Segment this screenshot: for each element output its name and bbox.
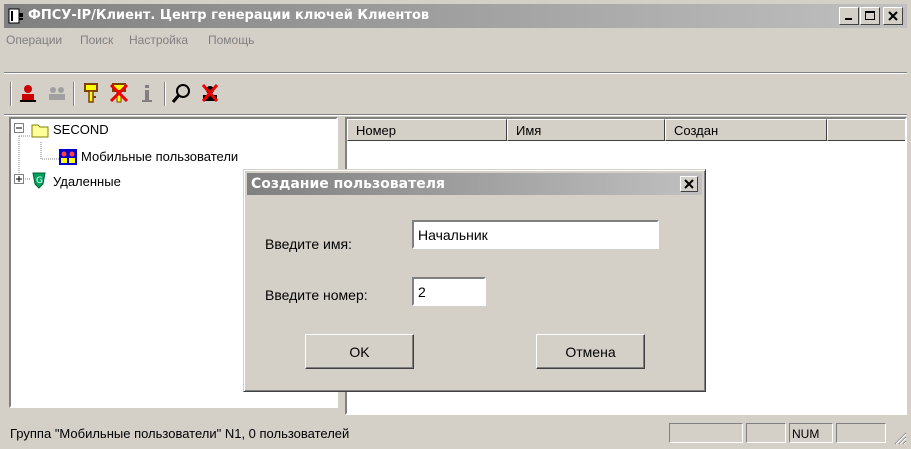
app-doc-icon [8,8,23,24]
column-extra[interactable] [827,119,905,141]
close-button[interactable] [883,7,903,25]
column-created[interactable]: Создан [665,119,827,141]
delete-key-icon[interactable] [108,82,130,104]
menu-settings[interactable]: Настройка [129,33,188,47]
expand-icon[interactable] [14,174,25,185]
status-text: Группа "Мобильные пользователи" N1, 0 по… [10,426,350,441]
add-user-icon[interactable] [17,82,39,104]
tree-item-mobile-users[interactable]: Мобильные пользователи [81,149,238,164]
column-number[interactable]: Номер [347,119,507,141]
toolbar [4,80,907,114]
minimize-button[interactable] [839,7,859,25]
toolbar-separator [73,82,75,106]
cancel-button[interactable]: Отмена [536,334,645,369]
status-pane-1 [669,423,743,443]
create-user-dialog: Создание пользователя Введите имя: Введи… [243,169,706,392]
window-title: ФПСУ-IP/Клиент. Центр генерации ключей К… [28,8,430,23]
close-icon [684,179,694,189]
number-label: Введите номер: [265,287,368,303]
collapse-icon[interactable] [14,123,25,134]
menu-operations[interactable]: Операции [6,33,62,47]
number-input[interactable] [412,277,486,306]
users-group-icon[interactable] [46,82,68,104]
ok-button[interactable]: OK [305,334,414,369]
maximize-icon [865,11,875,20]
toolbar-separator-2 [164,82,166,106]
status-pane-2 [746,423,786,443]
close-icon [888,11,898,21]
menu-help[interactable]: Помощь [208,33,254,47]
remove-user-icon[interactable] [199,82,221,104]
status-num: NUM [789,423,833,443]
resize-grip-icon[interactable] [891,429,907,445]
dialog-title-bar[interactable]: Создание пользователя [247,173,702,195]
toolbar-separator-line [4,114,907,116]
column-name[interactable]: Имя [507,119,665,141]
tree-item-remote[interactable]: Удаленные [53,174,121,189]
svg-text:G: G [36,176,43,186]
menu-separator [4,72,907,74]
status-pane-4 [836,423,886,443]
mobile-users-icon [59,149,77,165]
status-bar: Группа "Мобильные пользователи" N1, 0 по… [4,419,907,445]
main-window: ФПСУ-IP/Клиент. Центр генерации ключей К… [0,0,911,449]
dialog-close-button[interactable] [680,176,698,192]
menu-search[interactable]: Поиск [80,33,113,47]
info-icon[interactable] [136,82,158,104]
maximize-button[interactable] [860,7,880,25]
title-bar[interactable]: ФПСУ-IP/Клиент. Центр генерации ключей К… [4,4,907,28]
name-label: Введите имя: [265,236,352,252]
remote-users-icon: G [32,172,46,189]
menu-bar: Операции Поиск Настройка Помощь [4,30,907,50]
folder-icon [31,124,49,138]
name-input[interactable] [412,220,659,249]
minimize-icon [845,18,852,20]
toolbar-handle [10,82,12,106]
dialog-title: Создание пользователя [251,176,445,192]
search-icon[interactable] [171,82,193,104]
key-icon[interactable] [80,82,102,104]
tree-item-second[interactable]: SECOND [53,122,109,137]
